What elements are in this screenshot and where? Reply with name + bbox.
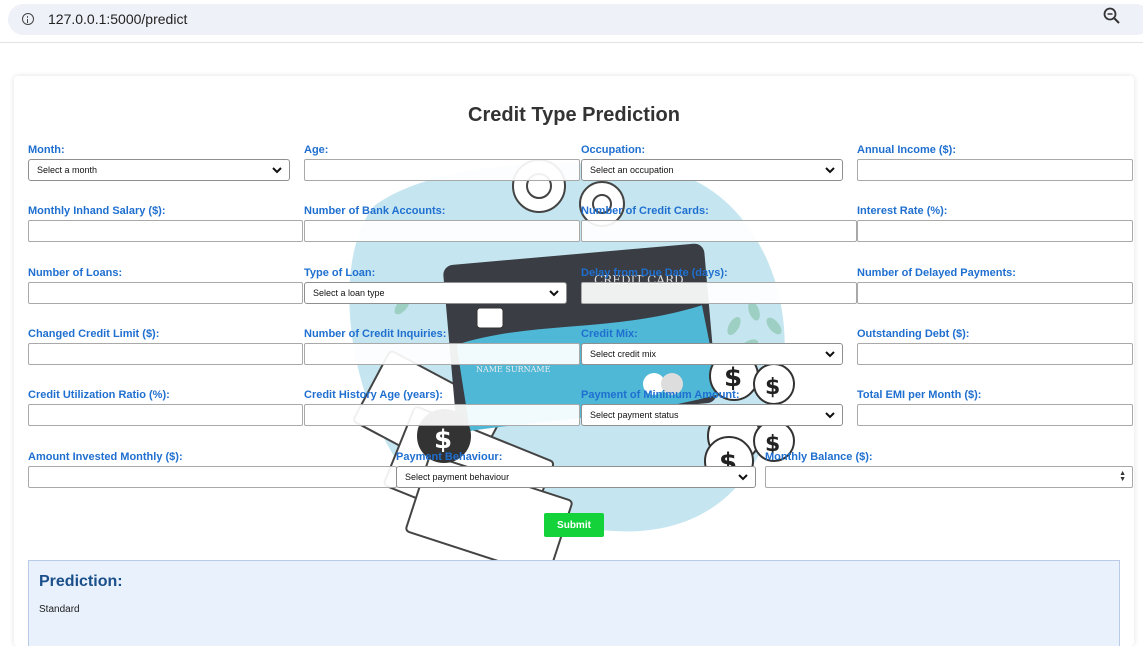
number-spinner-icon[interactable]: ▲ ▼ [1119,470,1126,483]
credit-history-age-input[interactable] [304,404,580,426]
chevron-down-icon [272,167,282,174]
num-credit-inquiries-input[interactable] [304,343,580,365]
chevron-down-icon [825,412,835,419]
credit-utilization-ratio-label: Credit Utilization Ratio (%): [28,389,170,401]
payment-of-min-amount-label: Payment of Minimum Amount: [581,389,740,401]
chevron-down-icon [549,290,559,297]
url-text[interactable]: 127.0.0.1:5000/predict [48,11,187,27]
total-emi-per-month-input[interactable] [857,404,1133,426]
payment-of-min-amount-select[interactable]: Select payment status [581,404,843,426]
type-of-loan-select[interactable]: Select a loan type [304,282,567,304]
outstanding-debt-label: Outstanding Debt ($): [857,328,970,340]
num-bank-accounts-label: Number of Bank Accounts: [304,205,446,217]
type-of-loan-label: Type of Loan: [304,267,376,279]
occupation-label: Occupation: [581,144,646,156]
payment-behaviour-select[interactable]: Select payment behaviour [396,466,756,488]
monthly-inhand-salary-input[interactable] [28,220,303,242]
zoom-icon[interactable] [1101,5,1123,27]
submit-button[interactable]: Submit [544,513,604,537]
chevron-down-icon [738,474,748,481]
browser-toolbar: 127.0.0.1:5000/predict [0,0,1143,43]
annual-income-label: Annual Income ($): [857,144,957,156]
payment-behaviour-label: Payment Behaviour: [396,451,503,463]
type-of-loan-select-value: Select a loan type [313,288,385,298]
bg-card-holder: NAME SURNAME [476,365,551,374]
credit-utilization-ratio-input[interactable] [28,404,303,426]
annual-income-input[interactable] [857,159,1133,181]
outstanding-debt-input[interactable] [857,343,1133,365]
interest-rate-input[interactable] [857,220,1133,242]
num-loans-label: Number of Loans: [28,267,123,279]
monthly-balance-label: Monthly Balance ($): [765,451,873,463]
age-input[interactable] [304,159,580,181]
payment-of-min-amount-select-value: Select payment status [590,410,679,420]
delay-from-due-date-label: Delay from Due Date (days): [581,267,728,279]
month-select-value: Select a month [37,165,98,175]
num-credit-inquiries-label: Number of Credit Inquiries: [304,328,447,340]
prediction-result: Standard [39,604,80,615]
num-credit-cards-input[interactable] [581,220,857,242]
amount-invested-monthly-input[interactable] [28,466,397,488]
credit-mix-label: Credit Mix: [581,328,638,340]
amount-invested-monthly-label: Amount Invested Monthly ($): [28,451,183,463]
num-bank-accounts-input[interactable] [304,220,580,242]
num-credit-cards-label: Number of Credit Cards: [581,205,709,217]
delay-from-due-date-input[interactable] [581,282,857,304]
occupation-select-value: Select an occupation [590,165,674,175]
monthly-balance-input[interactable]: ▲ ▼ [765,466,1133,488]
monthly-inhand-salary-label: Monthly Inhand Salary ($): [28,205,166,217]
changed-credit-limit-input[interactable] [28,343,303,365]
site-info-icon[interactable] [22,13,34,25]
svg-text:$: $ [765,375,780,400]
prediction-form-card: CREDIT CARD NAME SURNAME $ $ $ $ $ Credi… [14,76,1134,646]
payment-behaviour-select-value: Select payment behaviour [405,472,510,482]
age-label: Age: [304,144,329,156]
prediction-title: Prediction: [39,573,123,590]
occupation-select[interactable]: Select an occupation [581,159,843,181]
num-loans-input[interactable] [28,282,303,304]
month-select[interactable]: Select a month [28,159,290,181]
credit-mix-select-value: Select credit mix [590,349,657,359]
chevron-down-icon [825,351,835,358]
num-delayed-payments-label: Number of Delayed Payments: [857,267,1016,279]
credit-history-age-label: Credit History Age (years): [304,389,443,401]
interest-rate-label: Interest Rate (%): [857,205,948,217]
changed-credit-limit-label: Changed Credit Limit ($): [28,328,160,340]
month-label: Month: [28,144,65,156]
num-delayed-payments-input[interactable] [857,282,1133,304]
page-title: Credit Type Prediction [468,104,680,126]
address-bar[interactable]: 127.0.0.1:5000/predict [8,4,1143,35]
chevron-down-icon [825,167,835,174]
total-emi-per-month-label: Total EMI per Month ($): [857,389,982,401]
credit-mix-select[interactable]: Select credit mix [581,343,843,365]
prediction-panel: Prediction: Standard [28,560,1120,646]
